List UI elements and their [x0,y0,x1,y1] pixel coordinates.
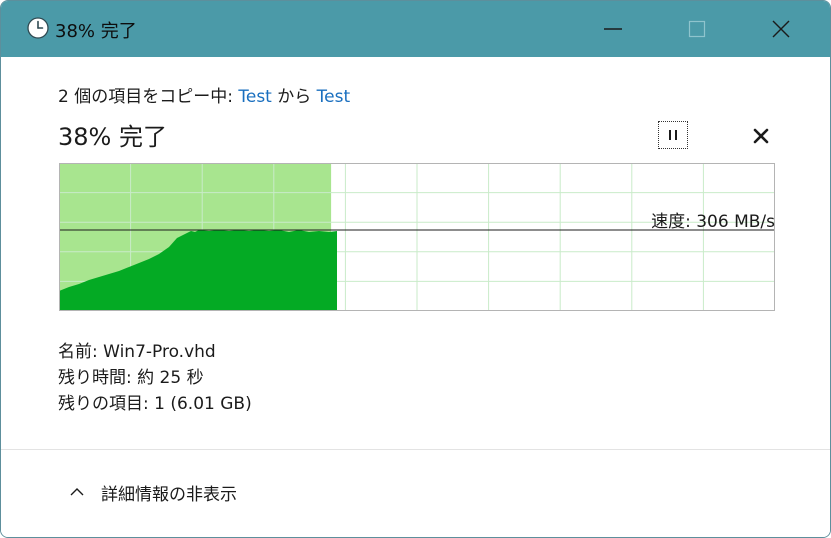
footer-divider [1,449,830,450]
hide-details-label: 詳細情報の非表示 [101,484,237,505]
cancel-icon [753,128,769,144]
transfer-speed-graph [59,163,775,311]
destination-link[interactable]: Test [317,87,350,107]
transfer-details: 名前: Win7-Pro.vhd 残り時間: 約 25 秒 残りの項目: 1 (… [58,339,252,417]
close-button[interactable] [739,1,823,57]
hide-details-toggle[interactable]: 詳細情報の非表示 [69,477,237,507]
copy-progress-window: 38% 完了 2 個の項目をコピー中: Test から Test 38% 完了 [0,0,831,538]
time-remaining: 残り時間: 約 25 秒 [58,368,204,388]
clock-icon [27,17,49,39]
minimize-button[interactable] [571,1,655,57]
chevron-up-icon [70,488,84,496]
close-icon [772,20,790,38]
file-name: 名前: Win7-Pro.vhd [58,342,216,362]
progress-heading: 38% 完了 [58,123,167,151]
items-remaining: 残りの項目: 1 (6.01 GB) [58,394,252,414]
cancel-button[interactable] [746,121,776,151]
minimize-icon [604,28,622,30]
window-title: 38% 完了 [55,21,137,42]
pause-button[interactable] [658,121,688,149]
pause-icon [669,130,677,140]
maximize-button[interactable] [655,1,739,57]
copy-status-line: 2 個の項目をコピー中: Test から Test [58,82,350,107]
copy-prefix: 2 個の項目をコピー中: [58,87,239,107]
maximize-icon [688,20,706,38]
source-link[interactable]: Test [238,87,271,107]
dialog-content: 2 個の項目をコピー中: Test から Test 38% 完了 速度: 306… [1,57,830,537]
speed-label: 速度: 306 MB/s [651,212,775,232]
title-bar[interactable]: 38% 完了 [1,1,830,57]
copy-middle: から [271,87,317,107]
